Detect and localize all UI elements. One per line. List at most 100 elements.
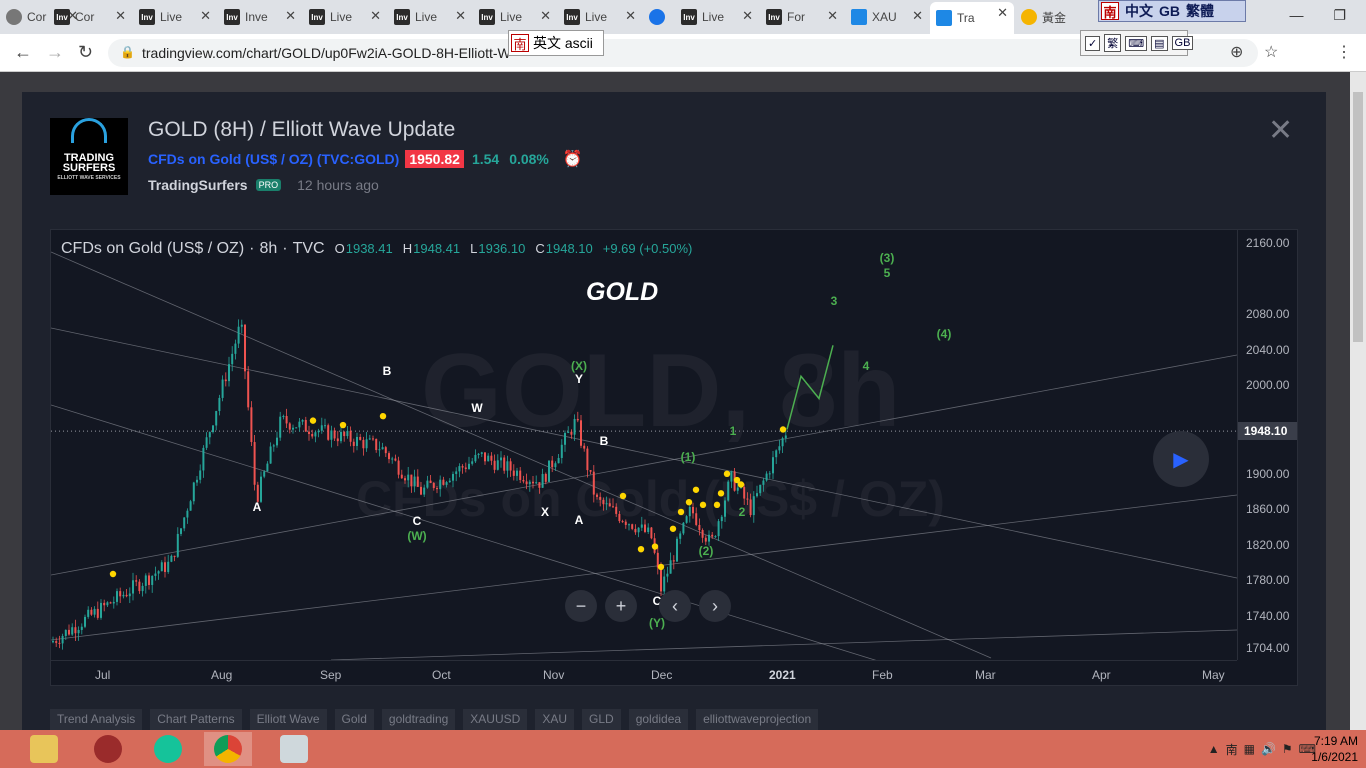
author-logo[interactable]: TRADING SURFERS ELLIOTT WAVE SERVICES (50, 118, 128, 195)
tag-xauusd[interactable]: XAUUSD (463, 709, 528, 731)
forward-icon[interactable]: → (46, 42, 64, 63)
play-icon[interactable]: ▶ (1153, 431, 1209, 487)
close-tab-icon[interactable]: ✕ (827, 8, 838, 24)
candle-body (215, 411, 218, 426)
close-tab-icon[interactable]: ✕ (625, 8, 636, 24)
tag-elliottwaveprojection[interactable]: elliottwaveprojection (696, 709, 819, 731)
tag-goldtrading[interactable]: goldtrading (381, 709, 456, 731)
restore-icon[interactable]: ❐ (1333, 7, 1346, 24)
flag-icon[interactable]: ⚑ (1282, 742, 1293, 756)
traditional-toggle[interactable]: 繁 (1104, 34, 1122, 52)
scroll-left-button[interactable]: ‹ (659, 590, 691, 622)
file-explorer-icon[interactable] (20, 732, 68, 766)
candle-body (109, 602, 112, 604)
notepad-icon[interactable] (270, 732, 318, 766)
ime-app-icon[interactable] (84, 732, 132, 766)
close-tab-icon[interactable]: ✕ (912, 8, 923, 24)
symbol-link[interactable]: CFDs on Gold (US$ / OZ) (148, 151, 313, 167)
browser-tab[interactable] (643, 5, 675, 29)
taskbar-clock[interactable]: 7:19 AM 1/6/2021 (1311, 733, 1358, 765)
candle-body (455, 471, 458, 475)
candle-body (384, 447, 387, 454)
browser-tab[interactable]: Inv For ✕ (760, 5, 844, 29)
browser-tab[interactable]: Inv Cor ✕ (48, 5, 132, 29)
investing-icon: Inv (139, 9, 155, 25)
tag-goldidea[interactable]: goldidea (628, 709, 689, 731)
close-tab-icon[interactable]: ✕ (200, 8, 211, 24)
tag-gold[interactable]: Gold (334, 709, 374, 731)
candle-body (442, 479, 445, 485)
back-icon[interactable]: ← (14, 42, 32, 63)
chrome-icon[interactable] (204, 732, 252, 766)
candle-body (487, 455, 490, 462)
close-tab-icon[interactable]: ✕ (370, 8, 381, 24)
candle-body (423, 487, 426, 495)
browser-tab[interactable]: Inv Live ✕ (388, 5, 472, 29)
trendline (51, 494, 1237, 641)
browser-tab[interactable]: Inv Live ✕ (133, 5, 217, 29)
bookmark-star-icon[interactable]: ☆ (1264, 42, 1278, 62)
zoom-out-button[interactable]: − (565, 590, 597, 622)
ime-status-bar[interactable]: 南 中文 GB 繁體 (1098, 0, 1246, 22)
time-axis[interactable]: Jul Aug Sep Oct Nov Dec 2021 Feb Mar Apr May (51, 660, 1237, 685)
page-scrollbar[interactable] (1350, 72, 1366, 730)
browser-tab-active[interactable]: Tra ✕ (930, 2, 1014, 34)
browser-tab[interactable]: Inv Live ✕ (675, 5, 759, 29)
candle-body (359, 436, 362, 440)
scroll-right-button[interactable]: › (699, 590, 731, 622)
candle-body (247, 371, 250, 408)
network-icon[interactable]: ▦ (1244, 742, 1255, 756)
candle-body (615, 506, 618, 514)
price-axis[interactable]: 2160.00 2080.00 2040.00 2000.00 1948.10 1900.… (1237, 230, 1297, 660)
candle-body (436, 488, 438, 490)
chart-area[interactable]: GOLD, 8h CFDs on Gold (US$ / OZ) A B C (W) W… (50, 229, 1298, 686)
author-name[interactable]: TradingSurfers (148, 177, 248, 193)
tag-elliott-wave[interactable]: Elliott Wave (249, 709, 327, 731)
browser-tab[interactable]: Inv Live ✕ (558, 5, 642, 29)
keyboard-icon[interactable]: ⌨ (1125, 35, 1148, 51)
browser-tab[interactable]: Inv Inve ✕ (218, 5, 302, 29)
close-tab-icon[interactable]: ✕ (115, 8, 126, 24)
browser-tab[interactable]: 黃金 (1015, 5, 1099, 29)
grammarly-icon[interactable] (144, 732, 192, 766)
browser-tab[interactable]: XAU ✕ (845, 5, 929, 29)
symbol-code-link[interactable]: (TVC:GOLD) (317, 151, 399, 167)
time-tick-label: Apr (1092, 668, 1111, 682)
browser-tab[interactable]: Inv Live ✕ (473, 5, 557, 29)
candle-body (525, 481, 528, 485)
close-tab-icon[interactable]: ✕ (285, 8, 296, 24)
close-tab-icon[interactable]: ✕ (742, 8, 753, 24)
scroll-thumb[interactable] (1353, 92, 1363, 342)
zoom-icon[interactable]: ⊕ (1230, 42, 1243, 62)
tag-gld[interactable]: GLD (582, 709, 621, 731)
gb-icon[interactable]: GB (1171, 36, 1194, 50)
candle-body (84, 616, 86, 627)
ime-input-window[interactable]: 南 英文 ascii (508, 30, 604, 56)
browser-tab[interactable]: Inv Live ✕ (303, 5, 387, 29)
candle-body (183, 517, 186, 529)
tag-chart-patterns[interactable]: Chart Patterns (150, 709, 242, 731)
ime-tray-icon[interactable]: 南 (1226, 741, 1238, 758)
close-tab-icon[interactable]: ✕ (997, 5, 1008, 21)
close-icon[interactable]: ✕ (1268, 116, 1293, 146)
tray-expand-icon[interactable]: ▲ (1208, 742, 1220, 756)
minimize-icon[interactable]: — (1289, 7, 1303, 23)
dictionary-icon[interactable]: ▤ (1151, 35, 1168, 51)
zoom-in-button[interactable]: + (605, 590, 637, 622)
candle-body (685, 516, 688, 523)
more-menu-icon[interactable]: ⋮ (1336, 42, 1352, 62)
checkbox-icon[interactable]: ✓ (1085, 35, 1101, 51)
candle-body (583, 445, 586, 449)
candle-body (218, 397, 221, 412)
reload-icon[interactable]: ↻ (78, 42, 93, 63)
candle-body (304, 419, 307, 432)
tag-trend-analysis[interactable]: Trend Analysis (50, 709, 143, 731)
volume-icon[interactable]: 🔊 (1261, 742, 1276, 756)
candle-body (618, 513, 621, 522)
alarm-clock-icon[interactable]: ⏰ (563, 149, 583, 169)
close-tab-icon[interactable]: ✕ (540, 8, 551, 24)
candle-body (621, 521, 624, 523)
tag-xau[interactable]: XAU (535, 709, 574, 731)
close-tab-icon[interactable]: ✕ (455, 8, 466, 24)
candle-body (317, 430, 320, 433)
